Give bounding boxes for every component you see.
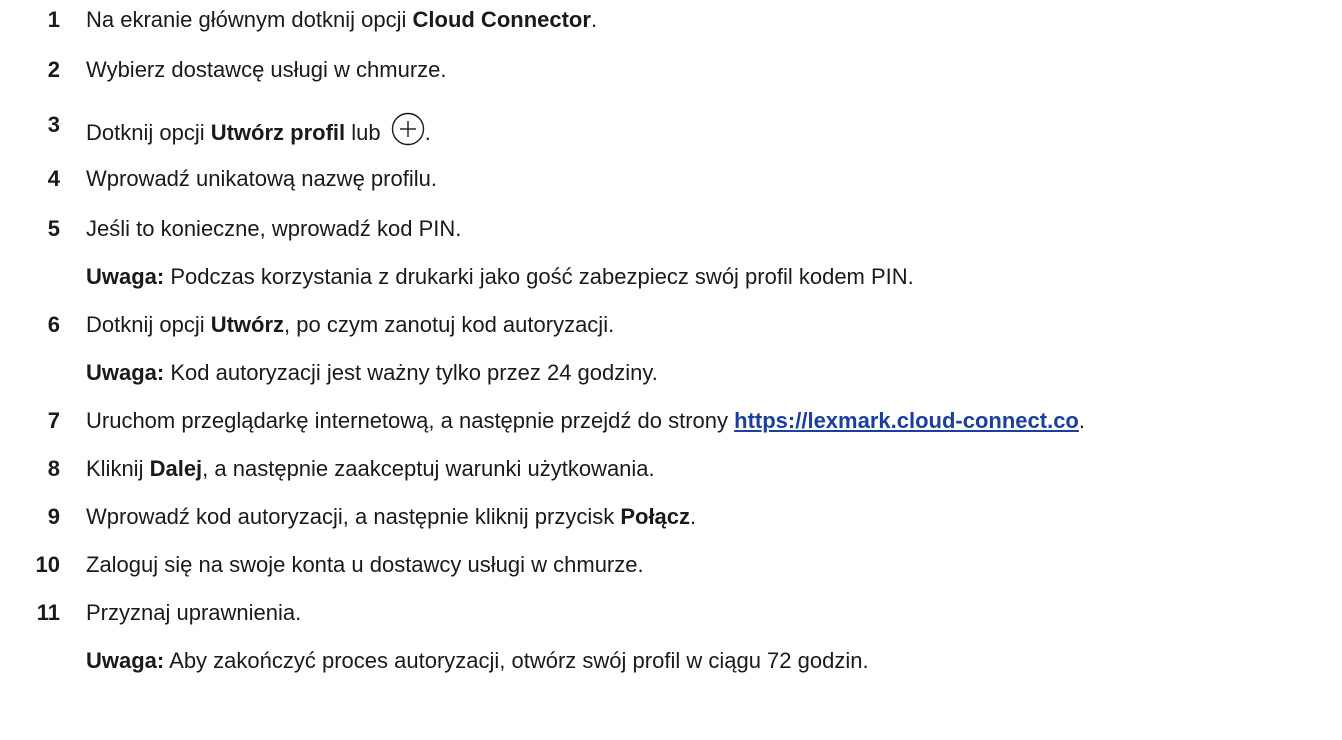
step-text: Zaloguj się na swoje konta u dostawcy us…: [86, 552, 644, 577]
step-text-part: Wprowadź kod autoryzacji, a następnie kl…: [86, 504, 621, 529]
step-4: 4 Wprowadź unikatową nazwę profilu.: [0, 166, 1342, 196]
step-text: Wprowadź unikatową nazwę profilu.: [86, 166, 437, 191]
step-text-part: lub: [345, 120, 387, 145]
step-10: 10 Zaloguj się na swoje konta u dostawcy…: [0, 552, 1342, 582]
step-6: 6 Dotknij opcji Utwórz, po czym zanotuj …: [0, 312, 1342, 342]
step-text: Dotknij opcji Utwórz profil lub .: [86, 112, 431, 146]
plus-circle-icon: [391, 112, 425, 146]
step-number: 10: [35, 552, 60, 577]
step-number: 5: [47, 216, 60, 241]
step-number: 6: [47, 312, 60, 337]
step-number: 11: [36, 600, 60, 625]
step-text: Wybierz dostawcę usługi w chmurze.: [86, 57, 447, 82]
step-number: 3: [47, 112, 60, 137]
step-text-part: , po czym zanotuj kod autoryzacji.: [284, 312, 615, 337]
step-text: Przyznaj uprawnienia.: [86, 600, 302, 625]
note-step-6: Uwaga: Kod autoryzacji jest ważny tylko …: [86, 360, 658, 386]
step-text-bold: Dalej: [149, 456, 203, 481]
step-text-part: .: [590, 7, 598, 32]
step-text-part: , a następnie zaakceptuj warunki użytkow…: [202, 456, 655, 481]
step-11: 11 Przyznaj uprawnienia.: [0, 600, 1342, 630]
step-text-part: Dotknij opcji: [86, 312, 211, 337]
step-3: 3 Dotknij opcji Utwórz profil lub .: [0, 104, 1342, 146]
step-text-bold: Połącz: [620, 504, 691, 529]
step-text-part: Na ekranie głównym dotknij opcji: [86, 7, 413, 32]
note-label: Uwaga:: [86, 264, 165, 289]
step-9: 9 Wprowadź kod autoryzacji, a następnie …: [0, 504, 1342, 534]
step-text: Uruchom przeglądarkę internetową, a nast…: [86, 408, 1085, 434]
step-text-part: .: [424, 120, 431, 145]
note-text: Aby zakończyć proces autoryzacji, otwórz…: [164, 648, 869, 673]
note-step-11: Uwaga: Aby zakończyć proces autoryzacji,…: [86, 648, 869, 674]
step-text-bold: Cloud Connector: [412, 7, 591, 32]
step-5: 5 Jeśli to konieczne, wprowadź kod PIN.: [0, 216, 1342, 246]
step-number: 8: [47, 456, 60, 481]
step-text-part: Dotknij opcji: [86, 120, 211, 145]
step-text-bold: Utwórz: [210, 312, 285, 337]
step-text: Wprowadź kod autoryzacji, a następnie kl…: [86, 504, 696, 530]
step-number: 4: [47, 166, 60, 191]
step-text-part: Kliknij: [86, 456, 150, 481]
step-number: 2: [47, 57, 60, 82]
step-text: Kliknij Dalej, a następnie zaakceptuj wa…: [86, 456, 655, 482]
note-step-5: Uwaga: Podczas korzystania z drukarki ja…: [86, 264, 914, 290]
step-text: Dotknij opcji Utwórz, po czym zanotuj ko…: [86, 312, 614, 338]
step-1: 1 Na ekranie głównym dotknij opcji Cloud…: [0, 7, 1342, 37]
step-text: Jeśli to konieczne, wprowadź kod PIN.: [86, 216, 462, 241]
step-7: 7 Uruchom przeglądarkę internetową, a na…: [0, 408, 1342, 438]
step-number: 1: [47, 7, 60, 32]
step-text: Na ekranie głównym dotknij opcji Cloud C…: [86, 7, 597, 33]
note-label: Uwaga:: [86, 360, 165, 385]
note-text: Kod autoryzacji jest ważny tylko przez 2…: [164, 360, 658, 385]
note-label: Uwaga:: [86, 648, 165, 673]
step-text-part: .: [690, 504, 697, 529]
step-text-part: .: [1078, 408, 1085, 433]
step-number: 9: [47, 504, 60, 529]
step-number: 7: [47, 408, 60, 433]
step-2: 2 Wybierz dostawcę usługi w chmurze.: [0, 57, 1342, 87]
step-text-part: Uruchom przeglądarkę internetową, a nast…: [86, 408, 735, 433]
step-text-bold: Utwórz profil: [210, 120, 346, 145]
cloud-connect-link[interactable]: https://lexmark.cloud-connect.co: [734, 408, 1079, 433]
step-8: 8 Kliknij Dalej, a następnie zaakceptuj …: [0, 456, 1342, 486]
note-text: Podczas korzystania z drukarki jako gość…: [164, 264, 914, 289]
